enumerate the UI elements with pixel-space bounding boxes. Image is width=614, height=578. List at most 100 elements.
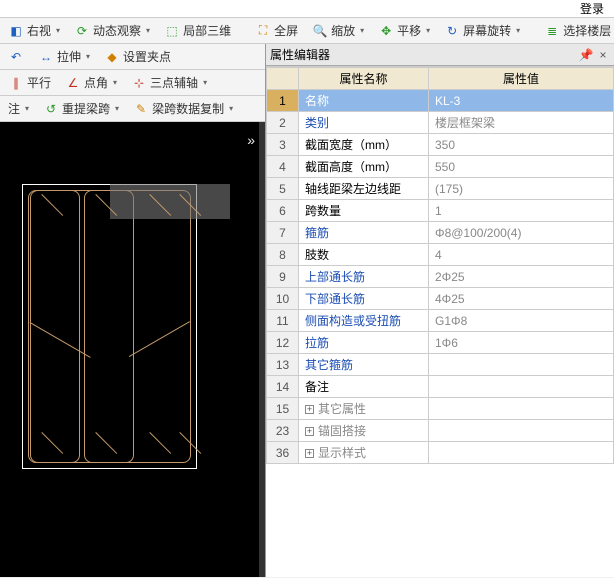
zoom-icon: 🔍 [312, 23, 328, 39]
table-row[interactable]: 23+锚固搭接 [267, 420, 614, 442]
prop-value-cell[interactable]: 1 [429, 200, 614, 222]
fullscreen-label: 全屏 [274, 22, 298, 39]
property-editor-header: 属性编辑器 📌 × [266, 44, 614, 66]
canvas-scrollbar[interactable] [259, 122, 265, 577]
expand-icon[interactable]: + [305, 405, 314, 414]
prop-value-cell[interactable] [429, 354, 614, 376]
table-row[interactable]: 13其它箍筋 [267, 354, 614, 376]
select-floor-button[interactable]: ≣ 选择楼层 [540, 21, 614, 40]
prop-name-cell[interactable]: 上部通长筋 [299, 266, 429, 288]
row-number: 13 [267, 354, 299, 376]
prop-value-cell[interactable]: (175) [429, 178, 614, 200]
table-row[interactable]: 3截面宽度（mm）350 [267, 134, 614, 156]
table-row[interactable]: 14备注 [267, 376, 614, 398]
zoom-label: 缩放 [331, 22, 355, 39]
close-icon[interactable]: × [596, 48, 610, 62]
prop-value-cell[interactable] [429, 442, 614, 464]
prop-name-cell[interactable]: +锚固搭接 [299, 420, 429, 442]
drawing-canvas[interactable]: » [0, 122, 265, 577]
collapse-arrow-icon[interactable]: » [247, 132, 255, 148]
prop-value-cell[interactable]: KL-3 [429, 90, 614, 112]
prop-name-cell[interactable]: 类别 [299, 112, 429, 134]
prop-name-cell[interactable]: 轴线距梁左边线距 [299, 178, 429, 200]
table-row[interactable]: 8肢数4 [267, 244, 614, 266]
note-button[interactable]: 注▾ [4, 99, 33, 118]
prop-value-cell[interactable]: 2Φ25 [429, 266, 614, 288]
table-row[interactable]: 7箍筋Φ8@100/200(4) [267, 222, 614, 244]
prop-name-cell[interactable]: 下部通长筋 [299, 288, 429, 310]
row-number: 4 [267, 156, 299, 178]
three-point-aux-button[interactable]: ⊹ 三点辅轴 ▾ [127, 73, 211, 92]
prop-value-cell[interactable]: Φ8@100/200(4) [429, 222, 614, 244]
prop-name-cell[interactable]: 拉筋 [299, 332, 429, 354]
rotate-icon: ↻ [444, 23, 460, 39]
prop-value-cell[interactable]: 350 [429, 134, 614, 156]
expand-icon[interactable]: + [305, 427, 314, 436]
set-grip-button[interactable]: ◆ 设置夹点 [100, 47, 175, 66]
prop-name-cell[interactable]: 箍筋 [299, 222, 429, 244]
prop-name-cell[interactable]: 肢数 [299, 244, 429, 266]
prop-value-cell[interactable]: G1Φ8 [429, 310, 614, 332]
prop-name-cell[interactable]: 截面高度（mm） [299, 156, 429, 178]
table-row[interactable]: 5轴线距梁左边线距(175) [267, 178, 614, 200]
stretch-button[interactable]: ↔ 拉伸 ▾ [34, 47, 94, 66]
prop-name-cell[interactable]: 名称 [299, 90, 429, 112]
prop-name-cell[interactable]: 其它箍筋 [299, 354, 429, 376]
login-link[interactable]: 登录 [0, 0, 614, 18]
prop-name-cell[interactable]: +其它属性 [299, 398, 429, 420]
table-row[interactable]: 1名称KL-3 [267, 90, 614, 112]
expand-icon[interactable]: + [305, 449, 314, 458]
row-number: 3 [267, 134, 299, 156]
prop-name-cell[interactable]: 备注 [299, 376, 429, 398]
toolbar-secondary: ↶ ↔ 拉伸 ▾ ◆ 设置夹点 [0, 44, 265, 70]
prop-value-cell[interactable] [429, 398, 614, 420]
reset-icon: ↺ [43, 101, 59, 117]
prop-name-cell[interactable]: 截面宽度（mm） [299, 134, 429, 156]
pan-button[interactable]: ✥ 平移 ▾ [374, 21, 434, 40]
table-row[interactable]: 10下部通长筋4Φ25 [267, 288, 614, 310]
col-header-name[interactable]: 属性名称 [299, 68, 429, 90]
zoom-button[interactable]: 🔍 缩放 ▾ [308, 21, 368, 40]
property-table: 属性名称 属性值 1名称KL-32类别楼层框架梁3截面宽度（mm）3504截面高… [266, 66, 614, 577]
parallel-button[interactable]: ∥ 平行 [4, 73, 55, 92]
table-row[interactable]: 9上部通长筋2Φ25 [267, 266, 614, 288]
row-number: 5 [267, 178, 299, 200]
right-view-button[interactable]: ◧ 右视 ▾ [4, 21, 64, 40]
reset-span-button[interactable]: ↺ 重提梁跨 ▾ [39, 99, 123, 118]
parallel-icon: ∥ [8, 75, 24, 91]
row-number: 1 [267, 90, 299, 112]
prop-name-cell[interactable]: 跨数量 [299, 200, 429, 222]
fullscreen-button[interactable]: ⛶ 全屏 [251, 21, 302, 40]
prop-name-cell[interactable]: +显示样式 [299, 442, 429, 464]
prop-value-cell[interactable]: 4Φ25 [429, 288, 614, 310]
row-number: 7 [267, 222, 299, 244]
prop-value-cell[interactable] [429, 420, 614, 442]
table-row[interactable]: 6跨数量1 [267, 200, 614, 222]
row-number: 14 [267, 376, 299, 398]
pin-icon[interactable]: 📌 [579, 48, 593, 62]
copy-span-data-button[interactable]: ✎ 梁跨数据复制 ▾ [129, 99, 237, 118]
prop-value-cell[interactable]: 楼层框架梁 [429, 112, 614, 134]
prop-value-cell[interactable]: 1Φ6 [429, 332, 614, 354]
toolbar-tertiary: ∥ 平行 ∠ 点角 ▾ ⊹ 三点辅轴 ▾ [0, 70, 265, 96]
table-row[interactable]: 4截面高度（mm）550 [267, 156, 614, 178]
point-angle-button[interactable]: ∠ 点角 ▾ [61, 73, 121, 92]
table-row[interactable]: 36+显示样式 [267, 442, 614, 464]
dynamic-observe-button[interactable]: ⟳ 动态观察 ▾ [70, 21, 154, 40]
row-number: 36 [267, 442, 299, 464]
prop-name-cell[interactable]: 侧面构造或受扭筋 [299, 310, 429, 332]
col-header-value[interactable]: 属性值 [429, 68, 614, 90]
prop-value-cell[interactable]: 550 [429, 156, 614, 178]
table-row[interactable]: 11侧面构造或受扭筋G1Φ8 [267, 310, 614, 332]
parallel-label: 平行 [27, 74, 51, 91]
table-row[interactable]: 2类别楼层框架梁 [267, 112, 614, 134]
table-row[interactable]: 15+其它属性 [267, 398, 614, 420]
toolbar-main: ◧ 右视 ▾ ⟳ 动态观察 ▾ ⬚ 局部三维 ⛶ 全屏 🔍 缩放 ▾ ✥ 平移 … [0, 18, 614, 44]
table-row[interactable]: 12拉筋1Φ6 [267, 332, 614, 354]
local-3d-button[interactable]: ⬚ 局部三维 [160, 21, 235, 40]
prop-value-cell[interactable]: 4 [429, 244, 614, 266]
local-3d-label: 局部三维 [183, 22, 231, 39]
prev-button[interactable]: ↶ [4, 48, 28, 66]
screen-rotate-button[interactable]: ↻ 屏幕旋转 ▾ [440, 21, 524, 40]
prop-value-cell[interactable] [429, 376, 614, 398]
